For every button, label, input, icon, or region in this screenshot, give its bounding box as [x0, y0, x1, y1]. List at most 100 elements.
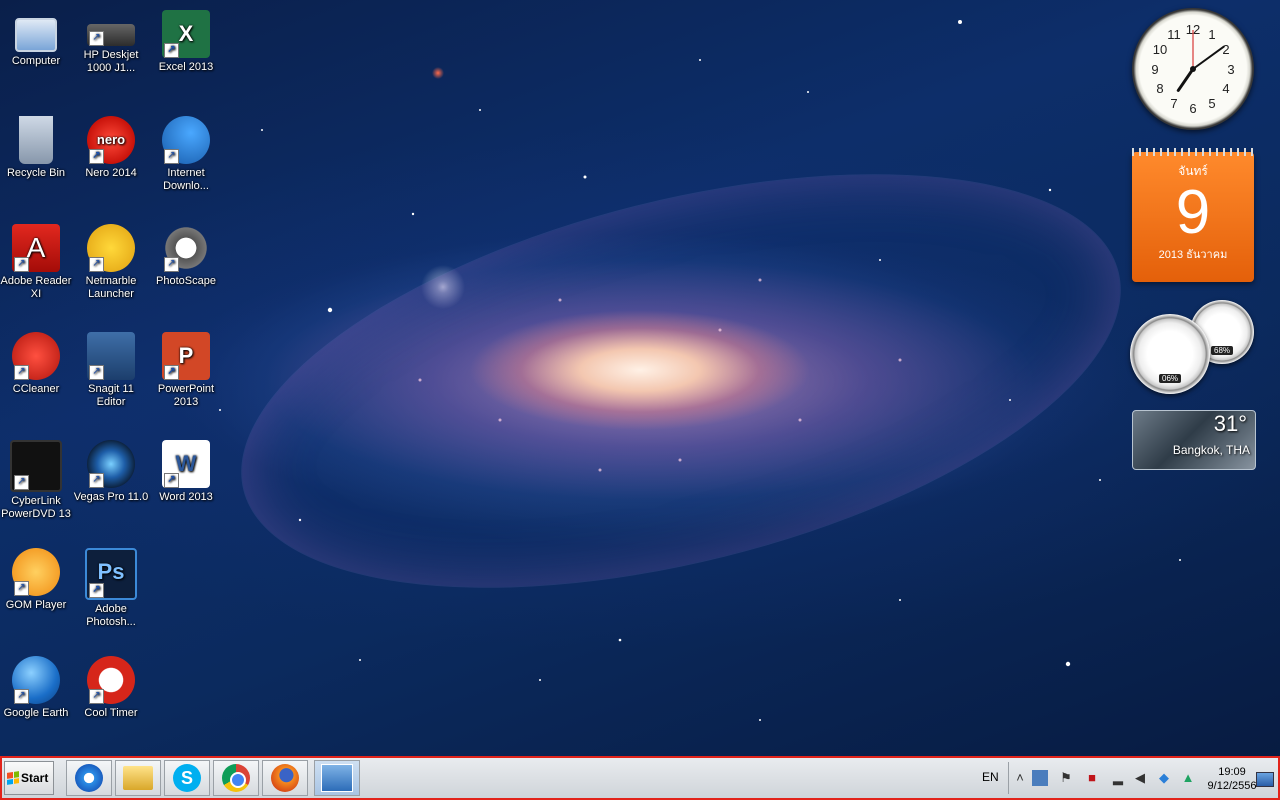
shortcut-arrow-icon: ↗ [89, 31, 104, 46]
show-desktop-button[interactable] [1256, 772, 1274, 787]
start-label: Start [21, 771, 49, 785]
desktop-icon-netmarble[interactable]: ↗ Netmarble Launcher [73, 224, 149, 301]
desktop-icon-label: Cool Timer [84, 707, 138, 719]
volume-speaker-icon[interactable]: ◀ [1132, 770, 1148, 786]
desktop-icon-word[interactable]: W ↗ Word 2013 [148, 440, 224, 504]
recycle-bin-icon [19, 116, 53, 164]
clock-numeral: 2 [1222, 42, 1229, 57]
tray-separator [1008, 762, 1009, 794]
skype-icon: S [173, 764, 201, 792]
photoshop-icon: Ps ↗ [85, 548, 137, 600]
desktop-icon-label: Adobe Photosh... [86, 603, 136, 628]
powerpoint-glyph: P [178, 343, 194, 368]
desktop-icon-label: GOM Player [5, 599, 67, 611]
taskbar-google-chrome[interactable] [213, 760, 259, 796]
desktop-icon-powerpoint[interactable]: P ↗ PowerPoint 2013 [148, 332, 224, 409]
desktop-icon-label: Word 2013 [159, 491, 213, 503]
taskbar-date: 9/12/2556 [1207, 780, 1257, 792]
show-hidden-icons-chevron-icon[interactable]: ˄ [1012, 770, 1028, 786]
nero-glyph: nero [96, 132, 126, 147]
desktop-icon-cool-timer[interactable]: ↗ Cool Timer [73, 656, 149, 720]
excel-icon: X ↗ [162, 10, 210, 58]
desktop-icon-label: Adobe Reader XI [0, 275, 72, 300]
desktop-icon-label: CyberLink PowerDVD 13 [1, 495, 71, 520]
desktop-icon-ccleaner[interactable]: ↗ CCleaner [0, 332, 74, 396]
antivirus-icon[interactable]: ■ [1084, 770, 1100, 786]
memory-percent: 68% [1210, 346, 1234, 356]
firefox-icon [271, 764, 299, 792]
desktop-icon-label: Recycle Bin [6, 167, 66, 179]
weather-gadget[interactable]: 31° Bangkok, THA [1132, 410, 1256, 470]
wifi-signal-icon[interactable]: ▂ [1110, 770, 1126, 786]
google-drive-icon[interactable]: ▲ [1180, 770, 1196, 786]
shortcut-arrow-icon: ↗ [164, 149, 179, 164]
taskbar-internet-explorer[interactable]: e [66, 760, 112, 796]
desktop-icon-label: Google Earth [3, 707, 69, 719]
shortcut-arrow-icon: ↗ [14, 365, 29, 380]
calendar-gadget[interactable]: จันทร์ 9 2013 ธันวาคม [1132, 148, 1254, 282]
nero-icon: nero ↗ [87, 116, 135, 164]
desktop-icon-excel[interactable]: X ↗ Excel 2013 [148, 10, 224, 74]
gom-player-icon: ↗ [12, 548, 60, 596]
calendar-rings [1132, 148, 1254, 156]
internet-explorer-icon: e [75, 764, 103, 792]
desktop-icon-gom-player[interactable]: ↗ GOM Player [0, 548, 74, 612]
gadgets-icon [321, 764, 353, 792]
clock-numeral: 8 [1156, 81, 1163, 96]
photoscape-icon: ↗ [162, 224, 210, 272]
taskbar-firefox[interactable] [262, 760, 308, 796]
folder-icon [123, 766, 153, 790]
taskbar-clock[interactable]: 19:09 9/12/2556 [1202, 765, 1262, 793]
weather-city: Bangkok, THA [1172, 443, 1250, 457]
action-center-flag-icon[interactable]: ⚑ [1058, 770, 1074, 786]
shortcut-arrow-icon: ↗ [14, 257, 29, 272]
cool-timer-icon: ↗ [87, 656, 135, 704]
adobe-reader-glyph: A [26, 232, 46, 263]
desktop-icon-photoscape[interactable]: ↗ PhotoScape [148, 224, 224, 288]
desktop-icon-google-earth[interactable]: ↗ Google Earth [0, 656, 74, 720]
desktop-icon-internet-download-manager[interactable]: ↗ Internet Downlo... [148, 116, 224, 193]
shortcut-arrow-icon: ↗ [14, 581, 29, 596]
desktop-icon-vegas-pro[interactable]: ↗ Vegas Pro 11.0 [73, 440, 149, 504]
clock-gadget[interactable]: 12 1 2 3 4 5 6 7 8 9 10 11 [1132, 8, 1254, 130]
desktop-icon-label: Internet Downlo... [163, 167, 209, 192]
computer-icon [15, 18, 57, 52]
desktop-icon-powerdvd[interactable]: ↗ CyberLink PowerDVD 13 [0, 440, 74, 521]
clock-hour-hand [1176, 67, 1195, 92]
desktop-icon-adobe-reader[interactable]: A ↗ Adobe Reader XI [0, 224, 74, 301]
cpu-meter-gadget[interactable]: 68% 06% [1130, 300, 1255, 394]
powerdvd-icon: ↗ [10, 440, 62, 492]
desktop-icon-photoshop[interactable]: Ps ↗ Adobe Photosh... [73, 548, 149, 629]
language-indicator[interactable]: EN [982, 770, 999, 784]
powerpoint-icon: P ↗ [162, 332, 210, 380]
cpu-meter: 06% [1130, 314, 1210, 394]
clock-center-pin [1190, 66, 1196, 72]
windows-logo-icon [7, 771, 19, 785]
network-adapter-icon[interactable] [1032, 770, 1048, 786]
dropbox-icon[interactable]: ◆ [1156, 770, 1172, 786]
taskbar-skype[interactable]: S [164, 760, 210, 796]
adobe-reader-icon: A ↗ [12, 224, 60, 272]
taskbar-windows-explorer[interactable] [115, 760, 161, 796]
taskbar-desktop-gadgets[interactable] [314, 760, 360, 796]
weather-temperature: 31° [1213, 411, 1247, 436]
shortcut-arrow-icon: ↗ [164, 257, 179, 272]
clock-numeral: 5 [1208, 96, 1215, 111]
desktop-icon-hp-deskjet[interactable]: ↗ HP Deskjet 1000 J1... [73, 10, 149, 75]
start-button[interactable]: Start [4, 761, 54, 795]
clock-numeral: 4 [1222, 81, 1229, 96]
snagit-icon: ↗ [87, 332, 135, 380]
clock-numeral: 3 [1227, 62, 1234, 77]
shortcut-arrow-icon: ↗ [89, 583, 104, 598]
clock-numeral: 6 [1189, 101, 1196, 116]
calendar-month-year: 2013 ธันวาคม [1158, 249, 1228, 261]
ccleaner-icon: ↗ [12, 332, 60, 380]
desktop-icon-label: Excel 2013 [158, 61, 214, 73]
desktop-icon-nero[interactable]: nero ↗ Nero 2014 [73, 116, 149, 180]
clock-numeral: 1 [1208, 27, 1215, 42]
desktop-icon-snagit[interactable]: ↗ Snagit 11 Editor [73, 332, 149, 409]
shortcut-arrow-icon: ↗ [164, 365, 179, 380]
vegas-pro-icon: ↗ [87, 440, 135, 488]
desktop-icon-recycle-bin[interactable]: Recycle Bin [0, 116, 74, 180]
desktop-icon-computer[interactable]: Computer [0, 10, 74, 68]
